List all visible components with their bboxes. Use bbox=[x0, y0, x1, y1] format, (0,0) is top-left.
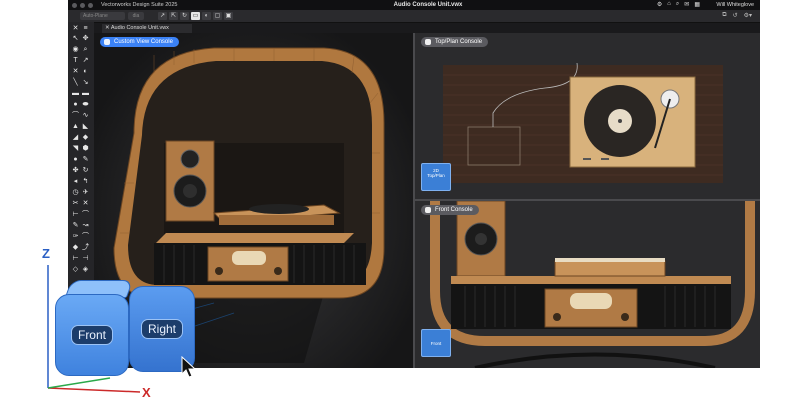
class-field[interactable]: Auto-Plane bbox=[80, 12, 125, 20]
front-viewport[interactable]: Front Console Front bbox=[415, 201, 760, 368]
reshape-tool-icon[interactable]: ✤ bbox=[71, 166, 80, 175]
top-plan-label[interactable]: Top/Plan Console bbox=[421, 37, 489, 47]
home-icon[interactable]: ⌂ bbox=[667, 1, 671, 8]
oval-tool-icon[interactable]: ⬬ bbox=[81, 100, 90, 109]
text-tool-icon[interactable]: T bbox=[71, 56, 80, 65]
gear-icon[interactable]: ⚙ bbox=[657, 1, 662, 8]
top-plan-viewport[interactable]: Top/Plan Console 2D Top/Plan bbox=[415, 33, 760, 199]
custom-view-label[interactable]: Custom View Console bbox=[100, 37, 179, 47]
document-tab-bar: ✕ Audio Console Unit.vwx bbox=[94, 23, 760, 33]
title-icons: ⚙ ⌂ ⌕ ✉ ▦ bbox=[657, 1, 700, 8]
rotate-icon[interactable]: ↺ bbox=[733, 12, 738, 19]
palette-menu-icon[interactable]: ≡ bbox=[81, 24, 90, 33]
render-mode-icon[interactable]: ▭ bbox=[191, 12, 200, 20]
polyline-tool-icon[interactable]: ◣ bbox=[81, 122, 90, 131]
lighting-icon[interactable]: ◐ bbox=[202, 12, 211, 20]
shape-tool-icon[interactable]: ◥ bbox=[71, 144, 80, 153]
mirror-tool-icon[interactable]: ◂ bbox=[71, 177, 80, 186]
tab-audio-console[interactable]: ✕ Audio Console Unit.vwx bbox=[102, 24, 192, 33]
rounded-rect-tool-icon[interactable]: ▬ bbox=[81, 89, 90, 98]
zoom-tool-icon[interactable]: ⌕ bbox=[81, 45, 90, 54]
polygon-tool-icon[interactable]: ▲ bbox=[71, 122, 80, 131]
console-front-render bbox=[430, 201, 755, 368]
axis-x-label: X bbox=[142, 385, 151, 400]
flyover-tool-icon[interactable]: ◉ bbox=[71, 45, 80, 54]
eyedropper-tool-icon[interactable]: ✎ bbox=[81, 155, 90, 164]
paint-tool-icon[interactable]: ◐ bbox=[81, 67, 90, 76]
user-name[interactable]: Will Whiteglove bbox=[716, 2, 754, 8]
rotate-tool-icon[interactable]: ↻ bbox=[81, 166, 90, 175]
mail-icon[interactable]: ✉ bbox=[684, 1, 689, 8]
selection-tool-icon[interactable]: ↖ bbox=[71, 34, 80, 43]
callout-tool-icon[interactable]: ↗ bbox=[81, 56, 90, 65]
fillet-tool-icon[interactable]: ✂ bbox=[71, 199, 80, 208]
tab-label: Audio Console Unit.vwx bbox=[110, 25, 169, 31]
top-plan-view-cube[interactable]: 2D Top/Plan bbox=[421, 163, 451, 191]
search-icon[interactable]: ⌕ bbox=[676, 1, 679, 8]
spiral-tool-icon[interactable]: ◆ bbox=[81, 133, 90, 142]
pipe-tool-icon[interactable]: ↝ bbox=[81, 221, 90, 230]
view-cube-front-face[interactable]: Front bbox=[55, 294, 129, 376]
minimize-window-button[interactable] bbox=[80, 2, 85, 8]
pointer-icon[interactable]: ↗ bbox=[158, 12, 167, 20]
view-cube-callout: Z X Front Right bbox=[0, 240, 210, 400]
locus-tool-icon[interactable]: ✕ bbox=[71, 67, 80, 76]
sphere-tool-icon[interactable]: ● bbox=[71, 155, 80, 164]
front-view-cube[interactable]: Front bbox=[421, 329, 451, 357]
double-line-tool-icon[interactable]: ◢ bbox=[71, 133, 80, 142]
app-name: Vectorworks Design Suite 2025 bbox=[101, 2, 178, 8]
close-window-button[interactable] bbox=[72, 2, 77, 8]
view-cube-top-label: Top/Plan bbox=[427, 173, 445, 178]
pan-tool-icon[interactable]: ✥ bbox=[81, 34, 90, 43]
document-title: Audio Console Unit.vwx bbox=[393, 2, 463, 8]
title-bar: Vectorworks Design Suite 2025 Audio Cons… bbox=[68, 0, 760, 10]
trim-tool-icon[interactable]: ⊢ bbox=[71, 210, 80, 219]
close-palette-icon[interactable]: ✕ bbox=[71, 24, 80, 33]
front-face-label: Front bbox=[70, 325, 113, 345]
zoom-window-button[interactable] bbox=[88, 2, 93, 8]
offset-tool-icon[interactable]: ↰ bbox=[81, 177, 90, 186]
axis-z-label: Z bbox=[42, 246, 50, 261]
attribute-tool-icon[interactable]: ✎ bbox=[71, 221, 80, 230]
mouse-cursor-icon bbox=[181, 356, 197, 378]
settings-dropdown-icon[interactable]: ⚙▾ bbox=[744, 12, 752, 19]
grid-icon[interactable]: ▦ bbox=[694, 1, 700, 8]
window-controls[interactable] bbox=[72, 2, 93, 8]
layer-field[interactable]: dia bbox=[128, 12, 144, 20]
hexagon-tool-icon[interactable]: ⬢ bbox=[81, 144, 90, 153]
rectangle-tool-icon[interactable]: ▬ bbox=[71, 89, 80, 98]
split-tool-icon[interactable]: ◷ bbox=[71, 188, 80, 197]
connect-tool-icon[interactable]: ✈ bbox=[81, 188, 90, 197]
front-view-label[interactable]: Front Console bbox=[421, 205, 479, 215]
circle-tool-icon[interactable]: ● bbox=[71, 100, 80, 109]
save-view-icon[interactable]: ▣ bbox=[224, 12, 233, 20]
arc-tool-icon[interactable]: ⌒ bbox=[71, 111, 80, 120]
projection-icon[interactable]: ▢ bbox=[213, 12, 222, 20]
console-plan-render bbox=[443, 62, 723, 183]
dimension-tool-icon[interactable]: ↘ bbox=[81, 78, 90, 87]
line-tool-icon[interactable]: ╲ bbox=[71, 78, 80, 87]
flyover-icon[interactable]: ↻ bbox=[180, 12, 189, 20]
clip-tool-icon[interactable]: ⌒ bbox=[81, 210, 90, 219]
toolbar-right-icons: ⧉ ↺ ⚙▾ bbox=[722, 12, 752, 19]
layout-icon[interactable]: ⧉ bbox=[722, 12, 726, 19]
chamfer-tool-icon[interactable]: ✕ bbox=[81, 199, 90, 208]
select-icon[interactable]: ⇱ bbox=[169, 12, 178, 20]
view-bar: Auto-Plane dia ↗ ⇱ ↻ ▭ ◐ ▢ ▣ ⧉ ↺ ⚙▾ bbox=[68, 10, 760, 23]
freehand-tool-icon[interactable]: ∿ bbox=[81, 111, 90, 120]
right-face-label: Right bbox=[140, 319, 183, 339]
